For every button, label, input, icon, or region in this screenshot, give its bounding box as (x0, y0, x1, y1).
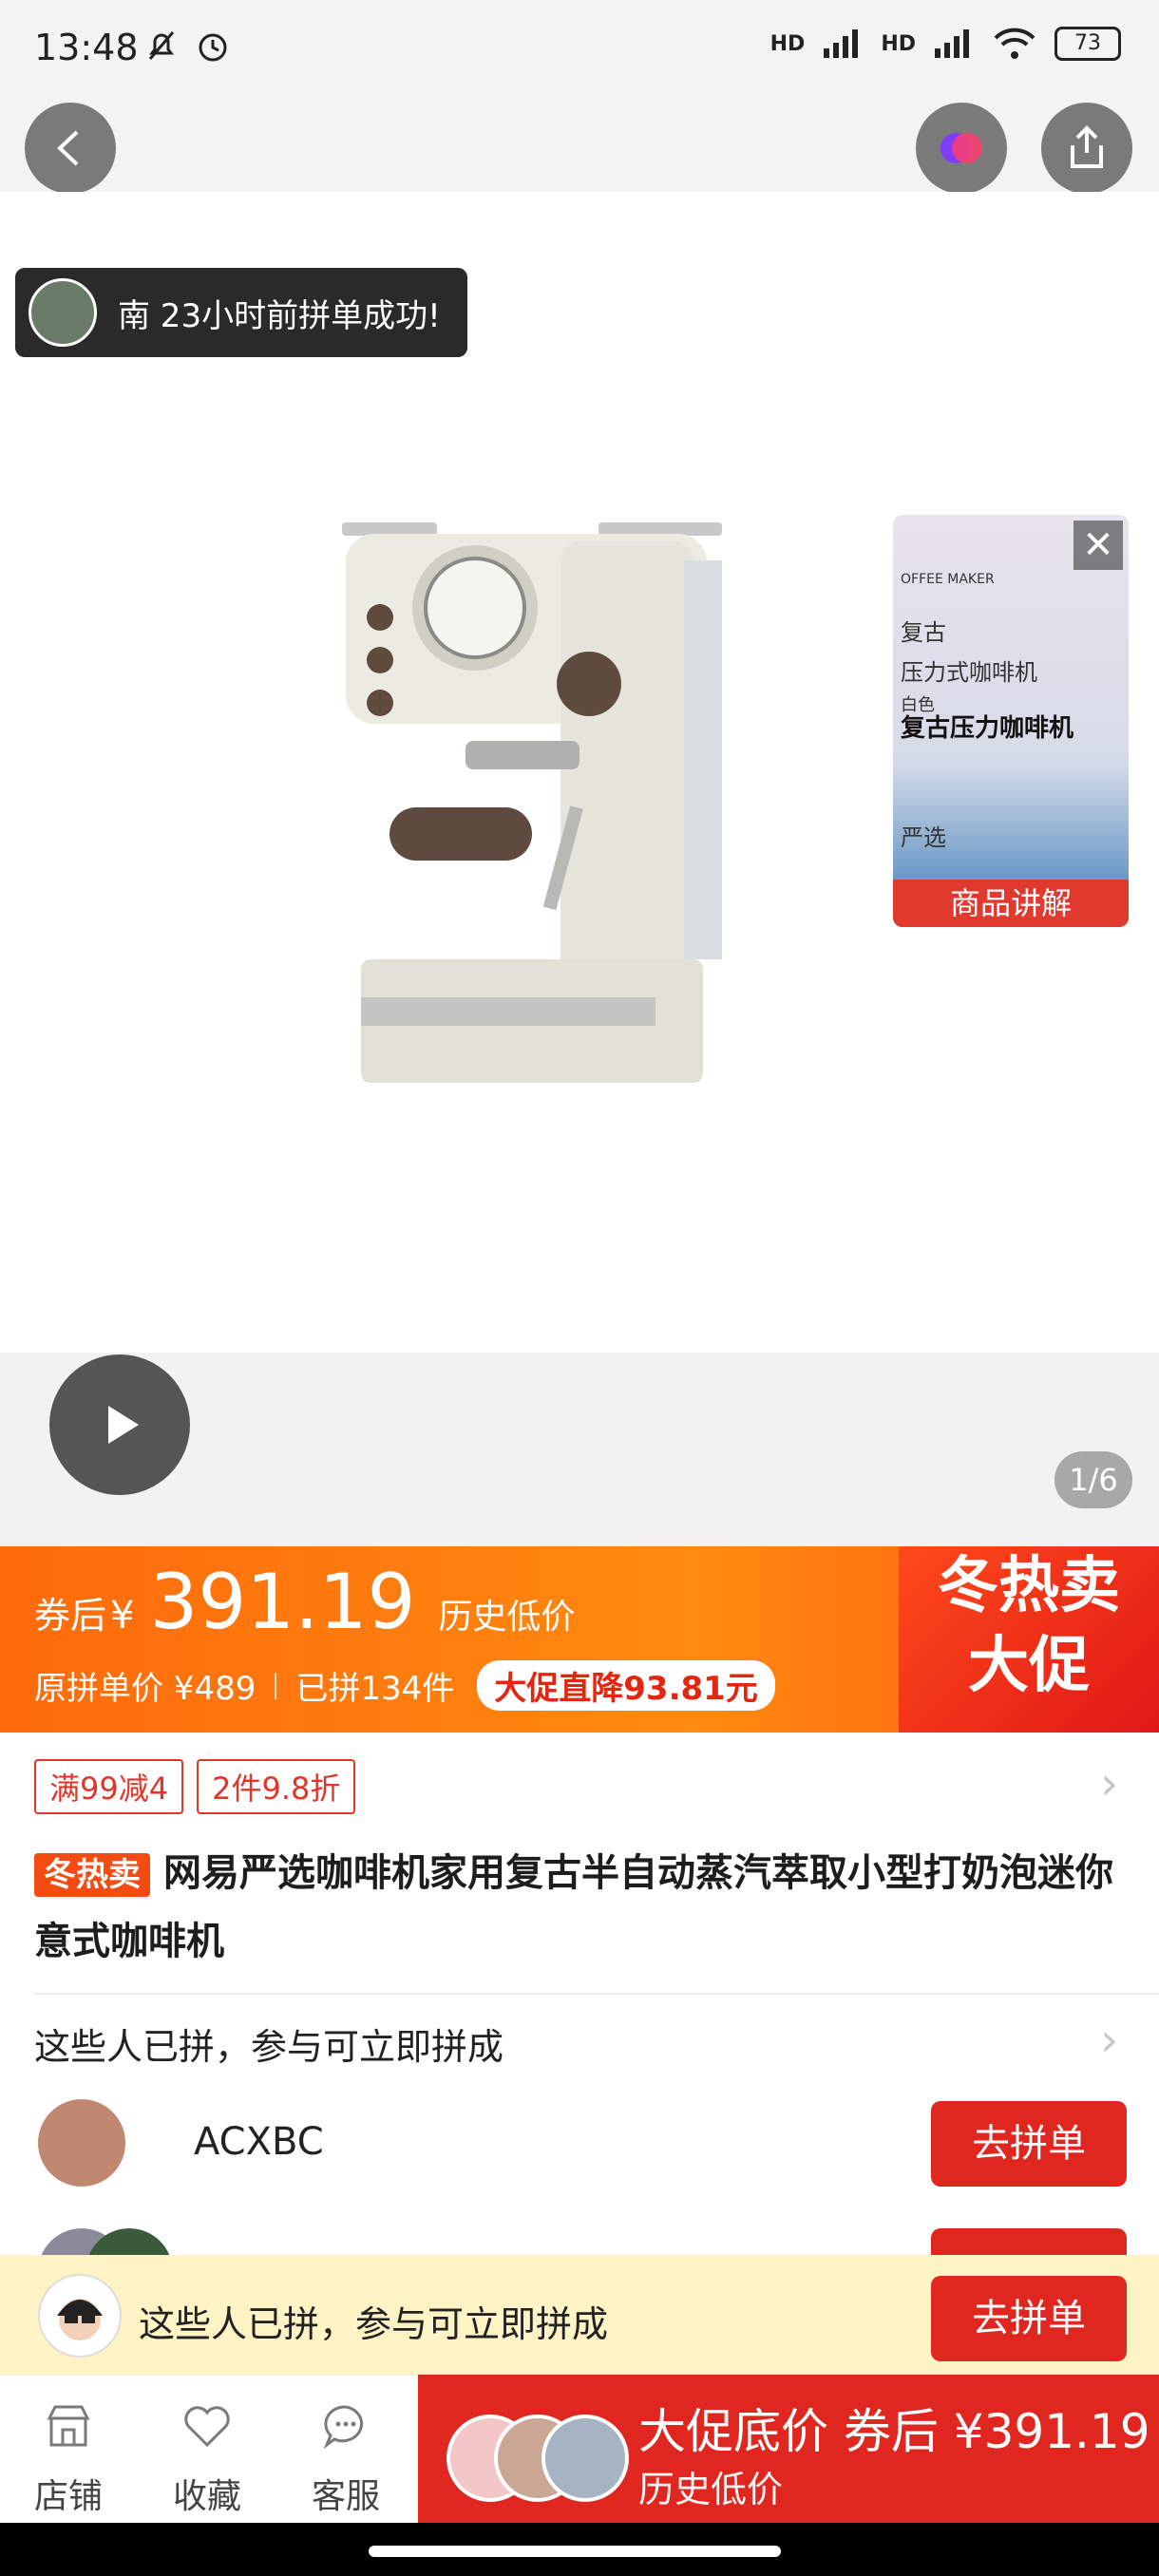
avatar (542, 2415, 629, 2502)
buy-price-label: 大促底价 券后 ¥391.19 (638, 2404, 1150, 2459)
history-low-label: 历史低价 (438, 1598, 576, 1637)
share-icon (1071, 125, 1103, 168)
signal-icon (824, 29, 859, 58)
signal-hd-label: HD (770, 31, 806, 56)
after-coupon-label: 券后 (34, 1595, 107, 1637)
group-success-toast: 南 23小时前拼单成功! (15, 268, 467, 357)
chevron-right-icon[interactable]: › (1100, 2014, 1118, 2067)
group-row: ACXBC 去拼单 (0, 2086, 1159, 2200)
signal-hd-label-2: HD (881, 31, 916, 56)
sticky-join-button[interactable]: 去拼单 (931, 2276, 1127, 2361)
price-row: 券后 ¥ 391.19 历史低价 (34, 1558, 575, 1646)
share-button[interactable] (1041, 103, 1132, 194)
status-time: 13:48 (34, 27, 139, 68)
product-explain-label[interactable]: 商品讲解 (893, 880, 1129, 927)
join-group-button[interactable]: 去拼单 (931, 2101, 1127, 2187)
play-icon (108, 1406, 139, 1444)
promo-line-2: 大促 (968, 1631, 1090, 1701)
group-buy-title[interactable]: 这些人已拼，参与可立即拼成 (34, 2017, 504, 2070)
toast-avatar (28, 278, 97, 347)
thumb-text-1: OFFEE MAKER (901, 572, 995, 587)
sticky-text: 这些人已拼，参与可立即拼成 (139, 2303, 609, 2345)
coupon-tag[interactable]: 2件9.8折 (197, 1759, 356, 1814)
battery-icon: 73 (1054, 27, 1121, 61)
avatar (38, 2099, 125, 2187)
favorite-tab[interactable]: 收藏 (150, 2399, 264, 2518)
back-button[interactable] (25, 103, 116, 194)
service-tab[interactable]: 客服 (289, 2399, 403, 2518)
product-title-text: 网易严选咖啡机家用复古半自动蒸汽萃取小型打奶泡迷你意式咖啡机 (34, 1851, 1113, 1963)
favorite-label: 收藏 (172, 2477, 241, 2516)
product-video-thumbnail[interactable]: OFFEE MAKER 复古 压力式咖啡机 白色 复古压力咖啡机 严选 ✕ 商品… (893, 515, 1129, 927)
gallery-pager: 1/6 (1054, 1451, 1132, 1508)
currency-symbol: ¥ (110, 1594, 135, 1638)
promo-line-1: 冬热卖 (938, 1551, 1120, 1621)
chevron-right-icon[interactable]: › (1100, 1757, 1118, 1810)
thumb-text-3: 压力式咖啡机 (901, 659, 1037, 686)
toast-text: 南 23小时前拼单成功! (118, 296, 441, 335)
heart-icon (184, 2406, 230, 2448)
thumb-text-6: 严选 (901, 824, 946, 851)
signal-icon-2 (935, 29, 969, 58)
coffee-machine-image (342, 522, 722, 1083)
cartoon-avatar-icon (57, 2299, 103, 2340)
price-value: 391.19 (149, 1558, 416, 1646)
join-group-button-partial[interactable] (931, 2228, 1127, 2255)
status-left-icons (142, 27, 232, 65)
brand-button[interactable] (916, 103, 1007, 194)
hot-sale-tag: 冬热卖 (34, 1853, 150, 1897)
mute-icon (148, 31, 175, 60)
thumb-caption: 复古压力咖啡机 (901, 714, 1074, 743)
winter-promo-badge: 冬热卖 大促 (899, 1546, 1159, 1733)
buy-sub-label: 历史低价 (638, 2469, 784, 2510)
product-title: 冬热卖 网易严选咖啡机家用复古半自动蒸汽萃取小型打奶泡迷你意式咖啡机 (34, 1839, 1127, 1976)
play-button[interactable] (49, 1354, 190, 1495)
close-icon[interactable]: ✕ (1074, 521, 1123, 570)
store-icon (47, 2405, 90, 2447)
section-divider (34, 1993, 1159, 1995)
home-indicator[interactable] (369, 2546, 781, 2557)
status-right-icons: HD HD 73 (770, 27, 1121, 61)
store-tab[interactable]: 店铺 (11, 2399, 125, 2518)
chat-bubble-icon (323, 2405, 364, 2450)
brand-circle-icon (940, 133, 982, 163)
divider (275, 1672, 277, 1699)
price-subrow: 原拼单价 ¥489 已拼134件 大促直降93.81元 (34, 1660, 775, 1711)
original-price: 原拼单价 ¥489 (34, 1670, 256, 1708)
avatar (38, 2274, 122, 2358)
wifi-icon (994, 28, 1036, 59)
group-user-name: ACXBC (194, 2120, 324, 2164)
coupon-row[interactable]: 满99减4 2件9.8折 (34, 1759, 356, 1814)
service-label: 客服 (311, 2477, 380, 2516)
group-row-partial (0, 2223, 1159, 2255)
store-label: 店铺 (33, 2477, 103, 2516)
coupon-tag[interactable]: 满99减4 (34, 1759, 184, 1814)
thumb-text-2: 复古 (901, 619, 946, 646)
price-drop-badge: 大促直降93.81元 (477, 1660, 775, 1711)
sold-count: 已拼134件 (295, 1670, 455, 1708)
alarm-icon (199, 33, 227, 62)
chevron-left-icon (57, 130, 79, 166)
